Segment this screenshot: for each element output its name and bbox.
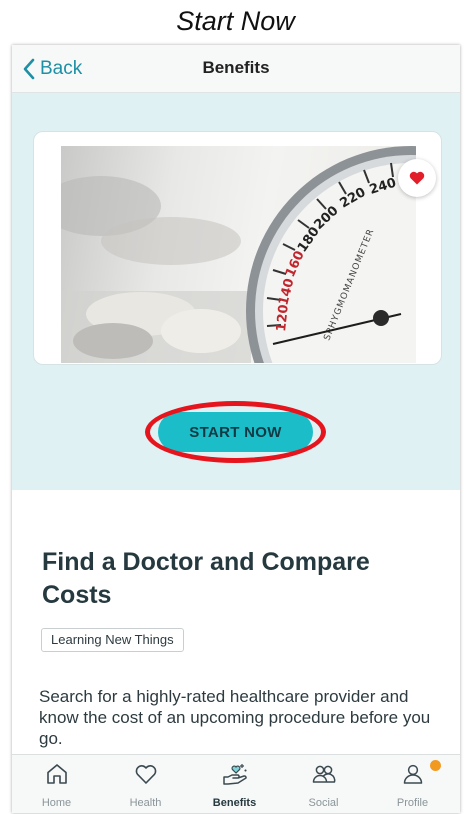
hero-section: 120 140 160 180 200 220 240 SPHYGMOMANOM… — [12, 93, 460, 490]
tab-bar: Home Health Benefits Social Profile — [12, 754, 460, 813]
tab-label-home: Home — [41, 797, 72, 809]
hand-heart-icon — [223, 764, 247, 785]
benefit-image-card[interactable]: 120 140 160 180 200 220 240 SPHYGMOMANOM… — [33, 131, 442, 365]
tab-benefits[interactable]: Benefits — [190, 755, 279, 813]
heart-outline-icon — [135, 765, 157, 784]
tab-label-health: Health — [129, 797, 162, 809]
people-icon — [312, 765, 336, 783]
benefit-description: Search for a highly-rated healthcare pro… — [39, 687, 431, 748]
blood-pressure-gauge-image: 120 140 160 180 200 220 240 SPHYGMOMANOM… — [61, 146, 416, 363]
start-now-highlight: START NOW — [145, 401, 326, 463]
category-tag[interactable]: Learning New Things — [41, 628, 184, 652]
benefit-details: Find a Doctor and Compare Costs Learning… — [12, 490, 460, 755]
benefit-heading: Find a Doctor and Compare Costs — [42, 548, 370, 609]
notification-badge — [430, 760, 441, 771]
page-title: Benefits — [202, 58, 270, 77]
tab-label-profile: Profile — [396, 797, 429, 809]
heart-icon — [409, 171, 425, 185]
tab-profile[interactable]: Profile — [368, 755, 457, 813]
favorite-button[interactable] — [398, 159, 436, 197]
tab-social[interactable]: Social — [279, 755, 368, 813]
navigation-bar: Back Benefits — [12, 45, 460, 93]
tab-home[interactable]: Home — [12, 755, 101, 813]
tab-label-benefits: Benefits — [212, 797, 257, 809]
phone-screen: Back Benefits 120 140 160 180 200 220 24… — [12, 45, 460, 813]
home-icon — [47, 764, 67, 784]
svg-text:120: 120 — [274, 304, 292, 333]
person-icon — [403, 764, 423, 784]
highlight-ring — [145, 401, 326, 463]
screenshot-caption: Start Now — [176, 6, 295, 36]
tab-label-social: Social — [308, 797, 339, 809]
tab-health[interactable]: Health — [101, 755, 190, 813]
